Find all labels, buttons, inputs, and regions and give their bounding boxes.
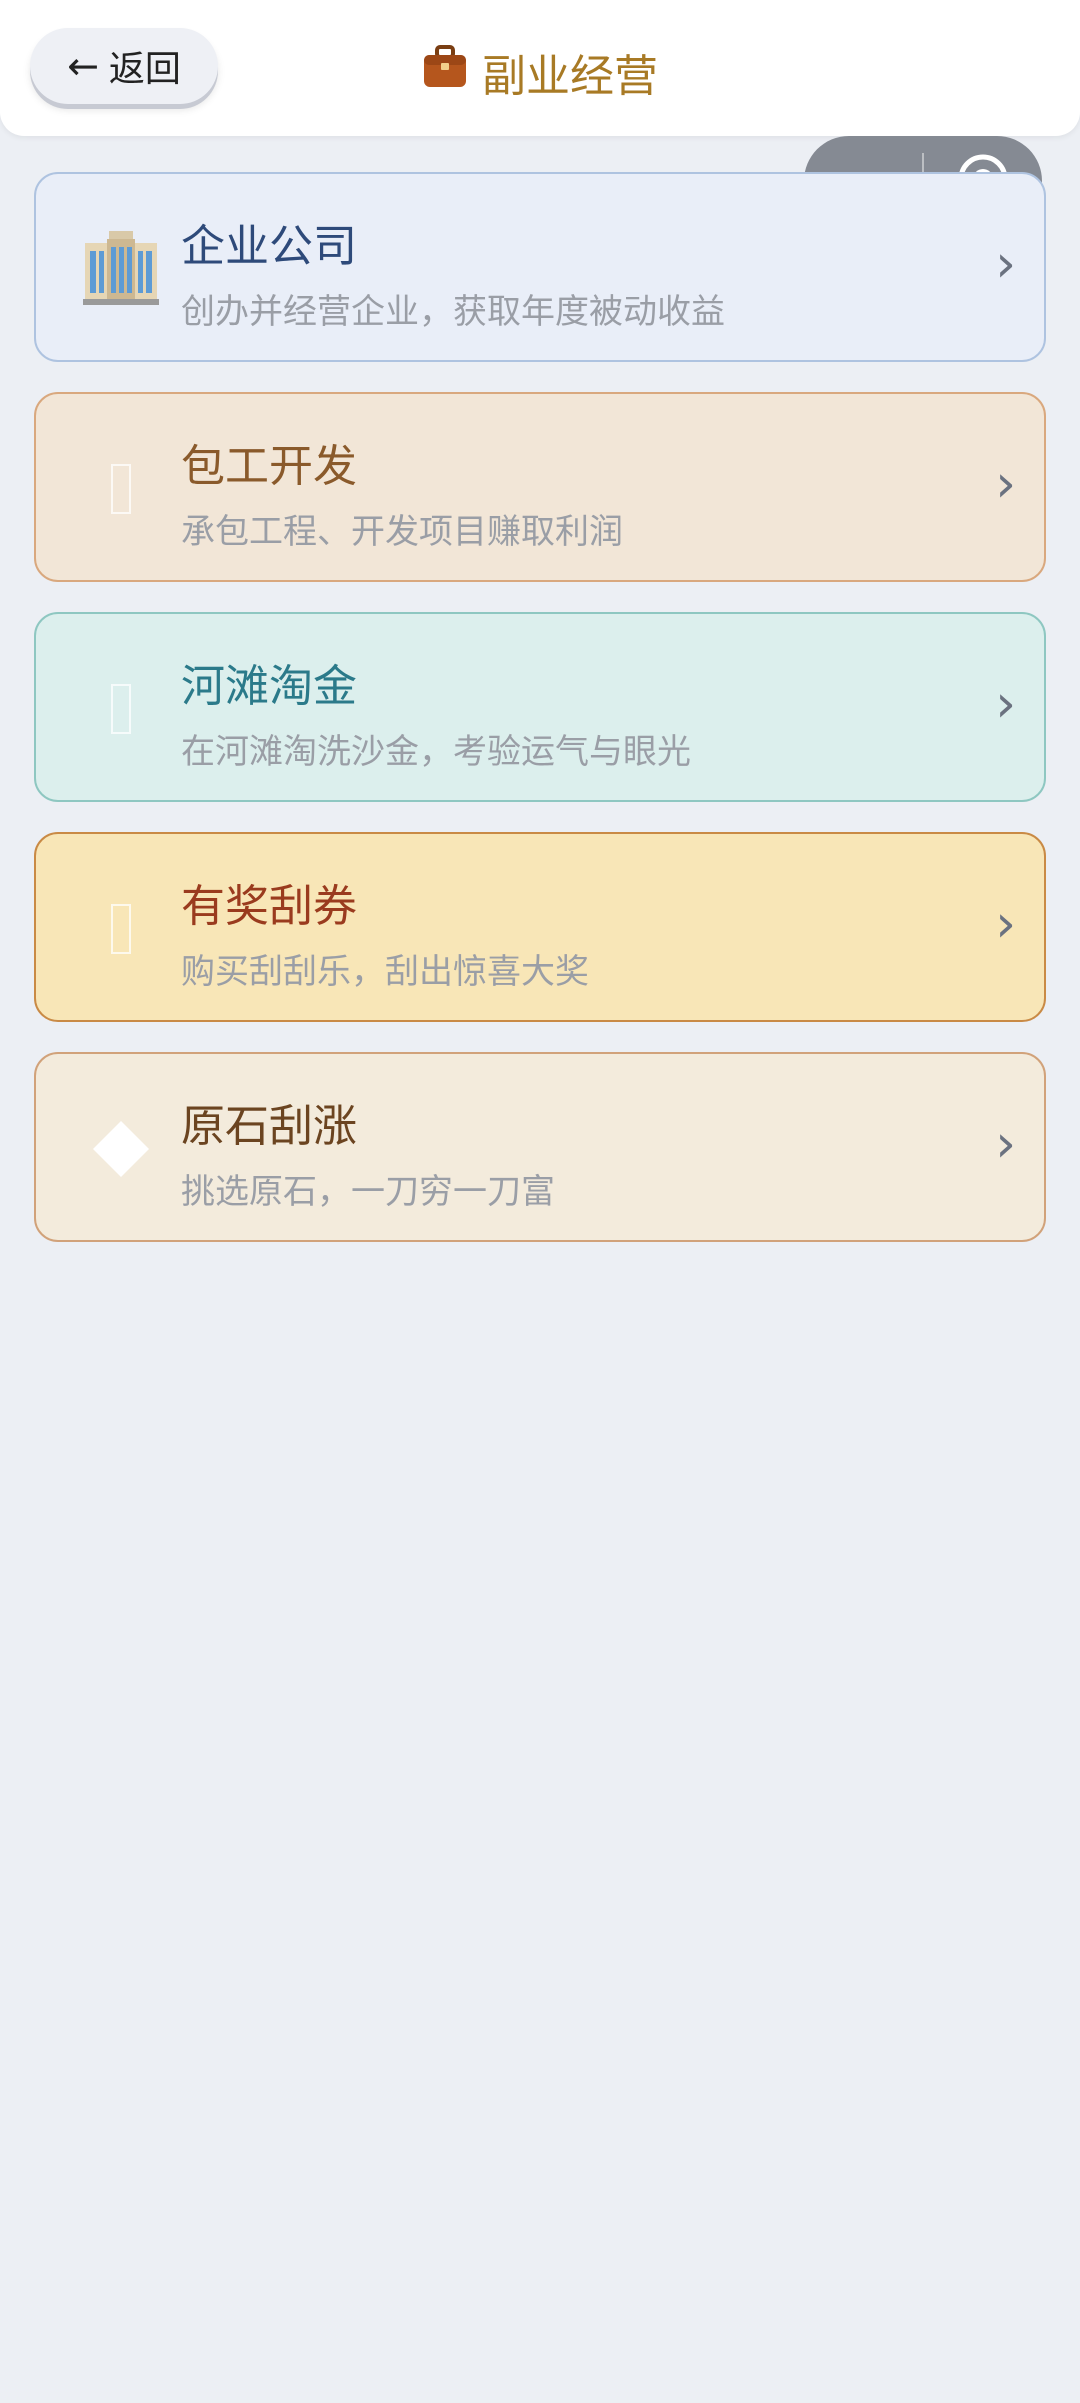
card-construction[interactable]: 包工开发 承包工程、开发项目赚取利润 › bbox=[34, 392, 1046, 582]
chevron-right-icon: › bbox=[995, 674, 1016, 734]
card-title: 包工开发 bbox=[181, 441, 357, 492]
card-lottery[interactable]: 有奖刮券 购买刮刮乐，刮出惊喜大奖 › bbox=[34, 832, 1046, 1022]
gemstone-icon bbox=[66, 1094, 176, 1204]
card-description: 在河滩淘洗沙金，考验运气与眼光 bbox=[181, 732, 691, 772]
top-bar: ← 返回 副业经营 bbox=[0, 0, 1080, 136]
card-description: 挑选原石，一刀穷一刀富 bbox=[181, 1172, 555, 1212]
chevron-right-icon: › bbox=[995, 234, 1016, 294]
construction-icon bbox=[66, 434, 176, 544]
card-title: 河滩淘金 bbox=[181, 661, 357, 712]
chevron-right-icon: › bbox=[995, 1114, 1016, 1174]
card-enterprise[interactable]: 企业公司 创办并经营企业，获取年度被动收益 › bbox=[34, 172, 1046, 362]
card-title: 企业公司 bbox=[181, 221, 357, 272]
chevron-right-icon: › bbox=[995, 454, 1016, 514]
lottery-ticket-icon bbox=[66, 874, 176, 984]
card-title: 有奖刮券 bbox=[181, 881, 357, 932]
card-description: 承包工程、开发项目赚取利润 bbox=[181, 512, 623, 552]
card-description: 购买刮刮乐，刮出惊喜大奖 bbox=[181, 952, 589, 992]
chevron-right-icon: › bbox=[995, 894, 1016, 954]
office-building-icon bbox=[66, 214, 176, 324]
briefcase-icon bbox=[422, 44, 482, 100]
page-title: 副业经营 bbox=[0, 40, 1080, 104]
card-title: 原石刮涨 bbox=[181, 1101, 357, 1152]
card-description: 创办并经营企业，获取年度被动收益 bbox=[181, 292, 725, 332]
page-title-text: 副业经营 bbox=[482, 51, 658, 102]
card-gemstone[interactable]: 原石刮涨 挑选原石，一刀穷一刀富 › bbox=[34, 1052, 1046, 1242]
card-gold-panning[interactable]: 河滩淘金 在河滩淘洗沙金，考验运气与眼光 › bbox=[34, 612, 1046, 802]
gold-pan-icon bbox=[66, 654, 176, 764]
